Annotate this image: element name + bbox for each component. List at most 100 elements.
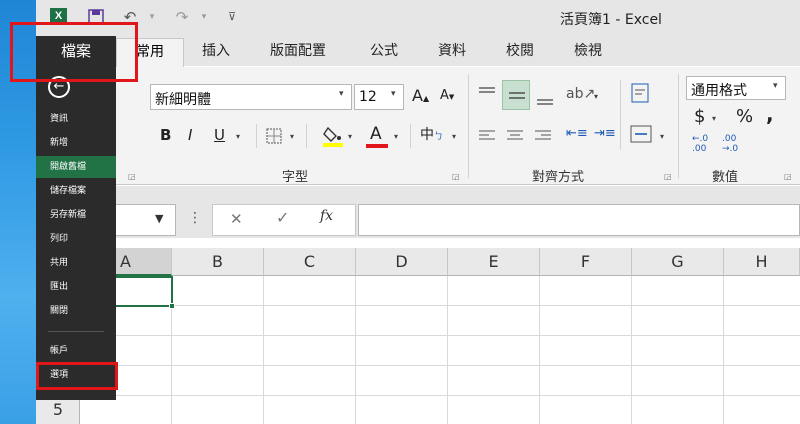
column-header-f[interactable]: F [540,248,632,276]
align-left-icon[interactable] [478,128,496,147]
font-group-label: 字型 [282,170,309,185]
chevron-down-icon[interactable]: ▾ [452,132,456,141]
enter-icon[interactable]: ✓ [276,208,289,227]
chevron-down-icon[interactable]: ▾ [339,89,344,99]
file-menu-item-open[interactable]: 開啟舊檔 [36,156,116,178]
bold-button[interactable]: B [160,126,171,144]
font-color-icon[interactable]: A [366,124,388,148]
increase-font-size-icon[interactable]: A▲ [412,86,429,105]
cancel-icon[interactable]: ✕ [230,210,243,228]
decrease-decimal-icon[interactable]: .00 →.0 [722,134,738,154]
customize-quick-access-icon[interactable]: ⊽ [222,8,242,26]
tab-insert[interactable]: 插入 [202,40,230,60]
insert-function-button[interactable]: fx [320,208,333,224]
gridline [355,276,356,424]
redo-dropdown-icon[interactable]: ▾ [194,8,214,26]
chevron-down-icon[interactable]: ▾ [394,132,398,141]
tab-formulas[interactable]: 公式 [370,40,398,60]
chevron-down-icon[interactable]: ▾ [348,132,352,141]
wrap-text-icon[interactable] [630,82,652,108]
group-separator [468,74,469,178]
tab-page-layout[interactable]: 版面配置 [270,40,326,60]
align-top-icon[interactable] [478,86,496,106]
formula-bar-options-icon[interactable]: ⋮ [188,210,202,226]
file-menu-item-share[interactable]: 共用 [36,252,116,274]
clipboard-dialog-launcher-icon[interactable]: ◲ [128,172,136,181]
chevron-down-icon[interactable]: ▾ [290,132,294,141]
decrease-decimal-label: .0 [729,144,739,154]
column-header-g[interactable]: G [632,248,724,276]
underline-button[interactable]: U [214,126,225,144]
file-menu-item-new[interactable]: 新增 [36,132,116,154]
gridline [80,365,800,366]
align-right-icon[interactable] [534,128,552,147]
chevron-down-icon[interactable]: ▾ [594,92,598,101]
font-size-value: 12 [359,89,377,105]
chevron-down-icon[interactable]: ▾ [712,114,716,123]
file-menu-divider [48,331,104,332]
alignment-dialog-launcher-icon[interactable]: ◲ [664,172,672,181]
orientation-icon[interactable]: ab↗ [566,86,595,102]
number-format-value: 通用格式 [691,83,747,99]
font-color-letter: A [370,124,382,144]
align-bottom-icon[interactable] [536,92,554,111]
file-menu-item-account[interactable]: 帳戶 [36,340,116,362]
chevron-down-icon[interactable]: ▾ [236,132,240,141]
highlight-box-options [36,362,118,390]
increase-indent-icon[interactable]: ⇥≡ [594,126,616,141]
percent-style-button[interactable]: % [736,106,753,127]
currency-format-button[interactable]: $ [694,106,705,127]
gridline [80,395,800,396]
tab-review[interactable]: 校閱 [506,40,534,60]
fill-handle[interactable] [169,303,175,309]
font-size-combobox[interactable]: 12 ▾ [354,84,404,110]
file-menu-item-save-as[interactable]: 另存新檔 [36,204,116,226]
chevron-down-icon[interactable]: ▼ [155,212,163,225]
column-header-d[interactable]: D [356,248,448,276]
increase-decimal-icon[interactable]: ←.0.00 [692,134,708,154]
italic-button[interactable]: I [188,126,192,144]
column-header-e[interactable]: E [448,248,540,276]
highlight-box-file-tab [10,22,138,82]
gridline [80,305,800,306]
file-menu-item-close[interactable]: 關閉 [36,300,116,322]
fill-color-icon[interactable] [322,124,344,152]
phonetic-char: 中 [420,127,434,143]
file-menu-item-save[interactable]: 儲存檔案 [36,180,116,202]
number-group-label: 數值 [712,170,739,185]
formula-input[interactable] [358,204,800,236]
column-header-b[interactable]: B [172,248,264,276]
decrease-font-size-icon[interactable]: A▼ [440,88,454,103]
number-dialog-launcher-icon[interactable]: ◲ [784,172,792,181]
chevron-down-icon[interactable]: ▾ [391,89,396,99]
decrease-indent-icon[interactable]: ⇤≡ [566,126,588,141]
redo-icon[interactable]: ↷ [172,8,192,26]
file-menu-item-print[interactable]: 列印 [36,228,116,250]
comma-style-button[interactable]: , [766,102,774,126]
chevron-down-icon[interactable]: ▾ [773,81,778,91]
separator [620,80,621,150]
number-format-combobox[interactable]: 通用格式 ▾ [686,76,786,100]
tab-data[interactable]: 資料 [438,40,466,60]
tab-view[interactable]: 檢視 [574,40,602,60]
column-header-h[interactable]: H [724,248,800,276]
borders-icon[interactable] [266,128,282,148]
file-menu-item-info[interactable]: 資訊 [36,108,116,130]
separator [256,124,257,148]
phonetic-guide-icon[interactable]: 中ㄅ [420,124,443,144]
separator [410,124,411,148]
row-header-5[interactable]: 5 [36,396,80,424]
align-middle-button[interactable] [502,80,530,110]
font-dialog-launcher-icon[interactable]: ◲ [452,172,460,181]
alignment-group-label: 對齊方式 [532,170,585,185]
column-header-c[interactable]: C [264,248,356,276]
chevron-down-icon[interactable]: ▾ [660,132,664,141]
align-center-icon[interactable] [506,128,524,147]
font-name-combobox[interactable]: 新細明體 ▾ [150,84,352,110]
undo-dropdown-icon[interactable]: ▾ [142,8,162,26]
gridline [263,276,264,424]
merge-center-icon[interactable] [630,124,652,148]
separator [306,124,307,148]
file-menu-item-export[interactable]: 匯出 [36,276,116,298]
font-color-swatch [366,144,388,148]
